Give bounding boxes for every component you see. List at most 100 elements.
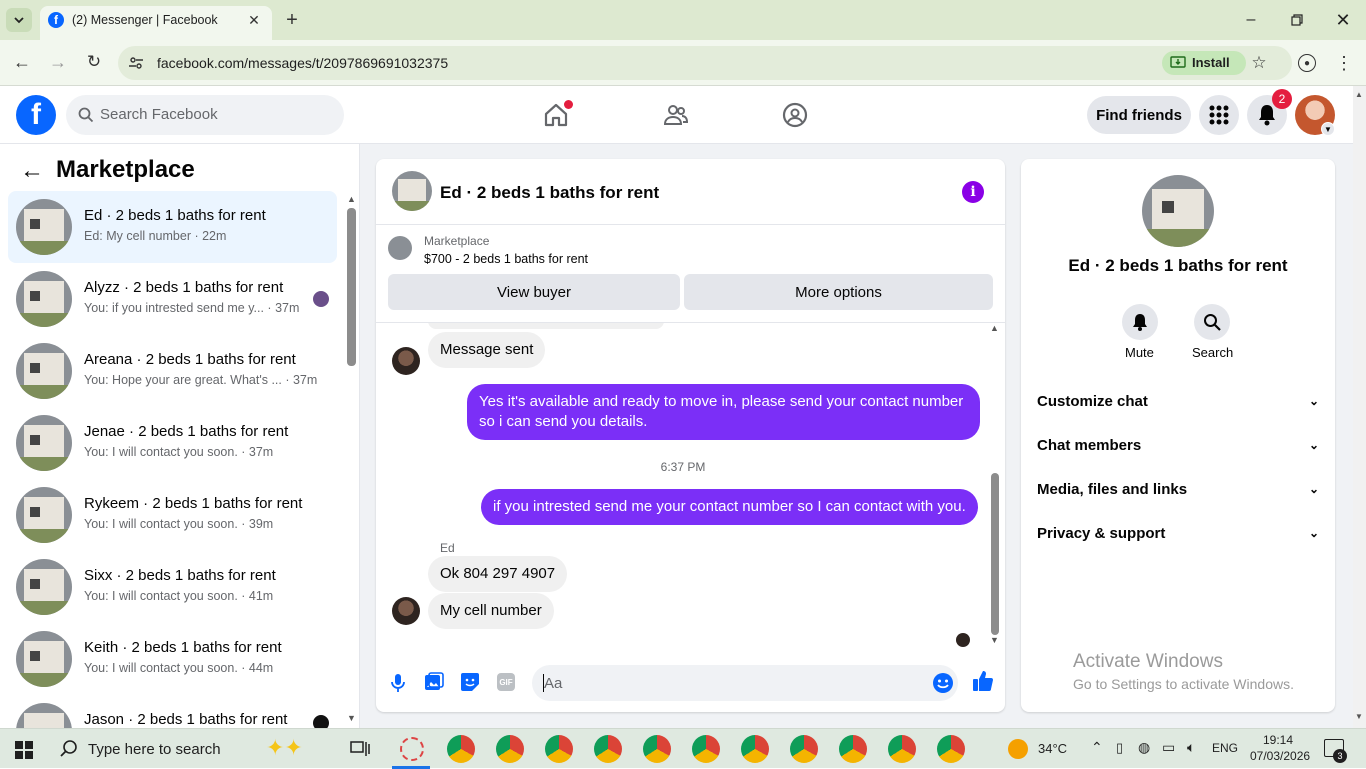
taskbar-app-chrome[interactable]	[692, 735, 720, 763]
forward-button[interactable]: →	[46, 50, 70, 74]
menu-button[interactable]	[1199, 95, 1239, 135]
weather-temperature[interactable]: 34°C	[1038, 741, 1067, 756]
thumbs-up-icon[interactable]	[972, 670, 994, 692]
browser-tab[interactable]: f (2) Messenger | Facebook ✕	[40, 6, 272, 40]
weather-sun-icon[interactable]	[1008, 739, 1028, 759]
chat-members-section[interactable]: Chat members ⌄	[1037, 430, 1319, 460]
gif-button[interactable]: GIF	[497, 673, 515, 691]
install-button[interactable]: Install	[1162, 51, 1246, 75]
chat-title[interactable]: Ed · 2 beds 1 baths for rent	[440, 183, 659, 203]
friends-nav[interactable]	[656, 96, 696, 134]
browser-menu-icon[interactable]: ⋮	[1334, 52, 1354, 74]
taskbar-search[interactable]: Type here to search ✦✦	[48, 729, 338, 769]
address-bar[interactable]: facebook.com/messages/t/2097869691032375…	[118, 46, 1292, 80]
conversation-item-jenae[interactable]: Jenae · 2 beds 1 baths for rent You: I w…	[8, 407, 337, 479]
details-avatar[interactable]	[1142, 175, 1214, 247]
list-scroll-up-icon[interactable]: ▲	[347, 194, 356, 204]
find-friends-button[interactable]: Find friends	[1087, 96, 1191, 134]
conversation-item-ed[interactable]: Ed · 2 beds 1 baths for rent Ed: My cell…	[8, 191, 337, 263]
tray-volume-icon[interactable]: 🔈︎	[1187, 739, 1195, 756]
thread-scroll-down-icon[interactable]: ▼	[990, 635, 999, 645]
facebook-favicon-icon: f	[48, 12, 64, 28]
page-scrollbar[interactable]: ▲ ▼	[1353, 86, 1366, 728]
message-text: if you intrested send me your contact nu…	[493, 498, 966, 515]
conversation-item-jason[interactable]: Jason · 2 beds 1 baths for rent	[8, 695, 337, 728]
message-placeholder: Aa	[544, 675, 563, 692]
message-text: My cell number	[440, 602, 542, 619]
taskbar-app-chrome[interactable]	[496, 735, 524, 763]
account-chevron-icon[interactable]: ▼	[1321, 122, 1335, 136]
listing-thumbnail	[16, 271, 72, 327]
emoji-icon[interactable]	[932, 672, 954, 694]
conversation-item-sixx[interactable]: Sixx · 2 beds 1 baths for rent You: I wi…	[8, 551, 337, 623]
minimize-button[interactable]: –	[1228, 0, 1274, 40]
taskbar-app-chrome[interactable]	[888, 735, 916, 763]
input-language[interactable]: ENG	[1212, 741, 1238, 755]
task-view-icon[interactable]	[350, 740, 370, 758]
taskbar-app-chrome[interactable]	[643, 735, 671, 763]
microphone-icon[interactable]	[390, 673, 406, 693]
conversation-item-areana[interactable]: Areana · 2 beds 1 baths for rent You: Ho…	[8, 335, 337, 407]
taskbar-app-chrome[interactable]	[937, 735, 965, 763]
message-bubble-partial	[428, 323, 664, 329]
listing-thumbnail	[16, 487, 72, 543]
mute-button[interactable]	[1122, 304, 1158, 340]
clock-time[interactable]: 19:14	[1263, 733, 1293, 747]
sticker-icon[interactable]	[460, 672, 480, 692]
tray-device-icon[interactable]: ▯	[1116, 740, 1123, 756]
conversation-item-rykeem[interactable]: Rykeem · 2 beds 1 baths for rent You: I …	[8, 479, 337, 551]
facebook-search[interactable]: Search Facebook	[66, 95, 344, 135]
activate-windows-subtitle: Go to Settings to activate Windows.	[1073, 676, 1294, 692]
tray-chevron-up-icon[interactable]: ⌃	[1091, 739, 1103, 756]
tray-network-icon[interactable]: ◍	[1138, 739, 1150, 756]
thread-scrollbar-thumb[interactable]	[991, 473, 999, 635]
reload-button[interactable]: ↻	[82, 50, 106, 74]
media-files-links-section[interactable]: Media, files and links ⌄	[1037, 474, 1319, 504]
maximize-button[interactable]	[1274, 0, 1320, 40]
taskbar-app-snipping[interactable]	[400, 737, 424, 761]
info-icon[interactable]: i	[962, 181, 984, 203]
bookmark-star-icon[interactable]: ☆	[1248, 52, 1270, 74]
chevron-down-icon	[14, 17, 24, 24]
back-button[interactable]: ←	[10, 50, 34, 74]
customize-chat-section[interactable]: Customize chat ⌄	[1037, 386, 1319, 416]
conversation-preview: You: Hope your are great. What's ... · 3…	[84, 373, 318, 387]
back-arrow-icon[interactable]: ←	[20, 157, 44, 184]
privacy-support-section[interactable]: Privacy & support ⌄	[1037, 518, 1319, 548]
taskbar-app-chrome-active[interactable]	[839, 735, 867, 763]
photo-icon[interactable]	[424, 672, 444, 692]
taskbar-app-chrome[interactable]	[545, 735, 573, 763]
tray-battery-icon[interactable]: ▭	[1162, 739, 1175, 756]
message-text: Ok 804 297 4907	[440, 565, 556, 582]
conversation-item-keith[interactable]: Keith · 2 beds 1 baths for rent You: I w…	[8, 623, 337, 695]
tab-search-button[interactable]	[6, 8, 32, 32]
taskbar-app-chrome[interactable]	[790, 735, 818, 763]
home-nav[interactable]	[536, 96, 576, 134]
profile-icon[interactable]: ●	[1298, 54, 1316, 72]
windows-start-icon[interactable]	[15, 741, 33, 759]
chat-avatar[interactable]	[392, 171, 432, 211]
list-scrollbar-thumb[interactable]	[347, 208, 356, 366]
scroll-down-arrow-icon[interactable]: ▼	[1355, 712, 1363, 721]
search-highlight-icon: ✦✦	[266, 735, 303, 760]
scroll-up-arrow-icon[interactable]: ▲	[1355, 90, 1363, 99]
list-scroll-down-icon[interactable]: ▼	[347, 713, 356, 723]
more-options-button[interactable]: More options	[684, 274, 993, 310]
browser-tab-bar: f (2) Messenger | Facebook ✕ + – ✕	[0, 0, 1366, 40]
notifications-button[interactable]: 2	[1247, 89, 1292, 135]
taskbar-app-chrome[interactable]	[741, 735, 769, 763]
conversation-item-alyzz[interactable]: Alyzz · 2 beds 1 baths for rent You: if …	[8, 263, 337, 335]
close-window-button[interactable]: ✕	[1320, 0, 1366, 40]
facebook-logo[interactable]: f	[16, 95, 56, 135]
thread-scroll-up-icon[interactable]: ▲	[990, 323, 999, 333]
site-settings-icon[interactable]	[128, 55, 144, 71]
search-conversation-button[interactable]	[1194, 304, 1230, 340]
clock-date[interactable]: 07/03/2026	[1250, 749, 1310, 763]
taskbar-app-chrome[interactable]	[447, 735, 475, 763]
message-input[interactable]: Aa	[532, 665, 958, 701]
groups-nav[interactable]	[775, 96, 815, 134]
tab-close-icon[interactable]: ✕	[244, 10, 264, 30]
taskbar-app-chrome[interactable]	[594, 735, 622, 763]
view-buyer-button[interactable]: View buyer	[388, 274, 680, 310]
new-tab-button[interactable]: +	[280, 8, 304, 32]
